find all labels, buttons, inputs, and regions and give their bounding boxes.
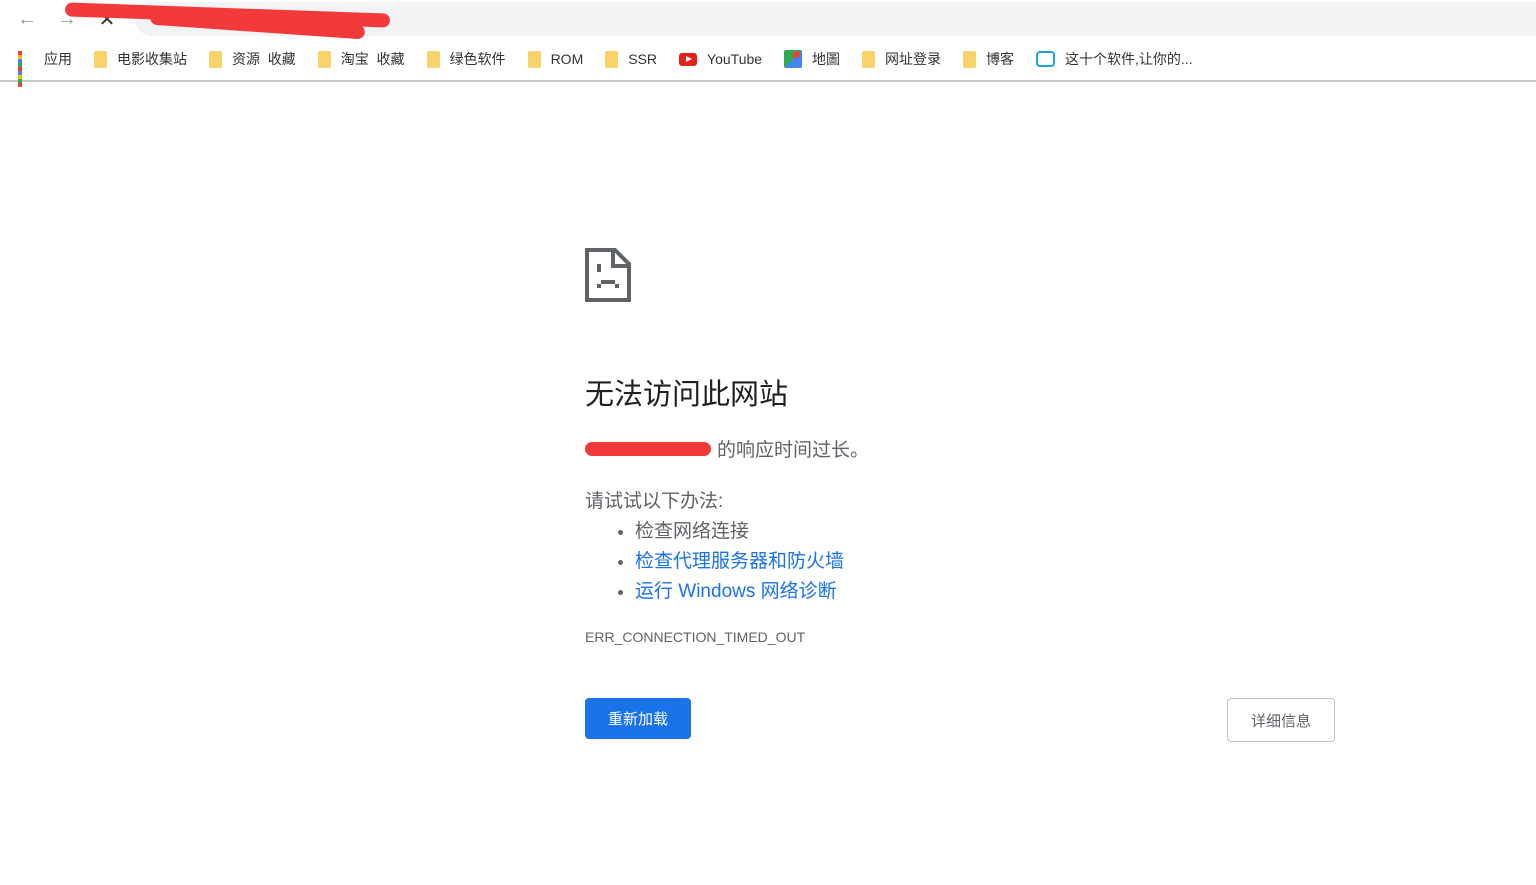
bookmark-folder[interactable]: 电影收集站 <box>94 49 187 69</box>
bookmark-label: YouTube <box>707 51 763 67</box>
description-text: 的响应时间过长。 <box>717 440 870 461</box>
folder-icon <box>94 50 107 68</box>
check-proxy-link[interactable]: 检查代理服务器和防火墙 <box>635 551 844 572</box>
bookmark-label: SSR <box>628 51 658 67</box>
bookmark-label: 淘宝 收藏 <box>340 51 405 67</box>
apps-icon <box>18 51 34 87</box>
bookmark-label: 地圖 <box>812 51 841 67</box>
bookmark-folder[interactable]: 网址登录 <box>862 49 941 69</box>
bilibili-icon <box>1036 51 1056 67</box>
folder-icon <box>209 50 222 68</box>
bookmark-label: 这十个软件,让你的... <box>1065 51 1193 67</box>
suggestion-check-network: 检查网络连接 <box>635 517 1335 547</box>
bookmark-youtube[interactable]: YouTube <box>679 51 762 67</box>
bookmark-folder[interactable]: 淘宝 收藏 <box>317 49 405 69</box>
bookmark-apps[interactable]: 应用 <box>18 49 72 87</box>
folder-icon <box>426 50 440 68</box>
bookmark-folder[interactable]: 博客 <box>963 49 1014 69</box>
maps-icon <box>784 50 803 68</box>
bookmark-folder[interactable]: SSR <box>605 50 658 68</box>
error-description: 的响应时间过长。 <box>585 435 1335 462</box>
error-page: 无法访问此网站 的响应时间过长。 请试试以下办法: 检查网络连接 检查代理服务器… <box>585 248 1335 742</box>
folder-icon <box>527 50 541 68</box>
suggestion-run-diagnostics: 运行 Windows 网络诊断 <box>635 577 1335 607</box>
folder-icon <box>862 50 876 68</box>
redaction-mark <box>585 441 711 456</box>
run-diagnostics-link[interactable]: 运行 Windows 网络诊断 <box>635 581 837 602</box>
folder-icon <box>317 50 331 68</box>
bookmark-label: 博客 <box>986 51 1015 67</box>
error-title: 无法访问此网站 <box>585 379 789 411</box>
bookmark-folder[interactable]: ROM <box>527 50 584 68</box>
folder-icon <box>605 50 619 68</box>
bookmark-label: ROM <box>550 51 584 67</box>
suggestions-list: 检查网络连接 检查代理服务器和防火墙 运行 Windows 网络诊断 <box>585 517 1335 607</box>
bookmark-label: 应用 <box>44 51 72 67</box>
bookmark-folder[interactable]: 绿色软件 <box>426 49 506 69</box>
youtube-icon <box>679 52 698 66</box>
bookmark-label: 网址登录 <box>885 51 942 67</box>
bookmark-label: 绿色软件 <box>449 51 506 67</box>
error-code: ERR_CONNECTION_TIMED_OUT <box>585 629 806 645</box>
folder-icon <box>963 50 977 68</box>
suggestion-check-proxy: 检查代理服务器和防火墙 <box>635 547 1335 577</box>
sad-page-icon <box>585 248 631 302</box>
back-button[interactable]: ← <box>14 6 40 32</box>
bookmark-label: 资源 收藏 <box>232 51 296 67</box>
reload-button[interactable]: 重新加载 <box>585 698 691 739</box>
details-button[interactable]: 详细信息 <box>1227 698 1335 742</box>
bookmark-bilibili[interactable]: 这十个软件,让你的... <box>1036 49 1193 69</box>
bookmark-maps[interactable]: 地圖 <box>784 49 840 69</box>
bookmark-folder[interactable]: 资源 收藏 <box>209 49 296 69</box>
bookmark-label: 电影收集站 <box>117 51 187 67</box>
browser-toolbar: ← → ✕ <box>0 0 1536 40</box>
bookmarks-bar: 应用 电影收集站 资源 收藏 淘宝 收藏 绿色软件 ROM SSR YouTub… <box>0 38 1536 87</box>
suggestions-heading: 请试试以下办法: <box>585 491 724 512</box>
